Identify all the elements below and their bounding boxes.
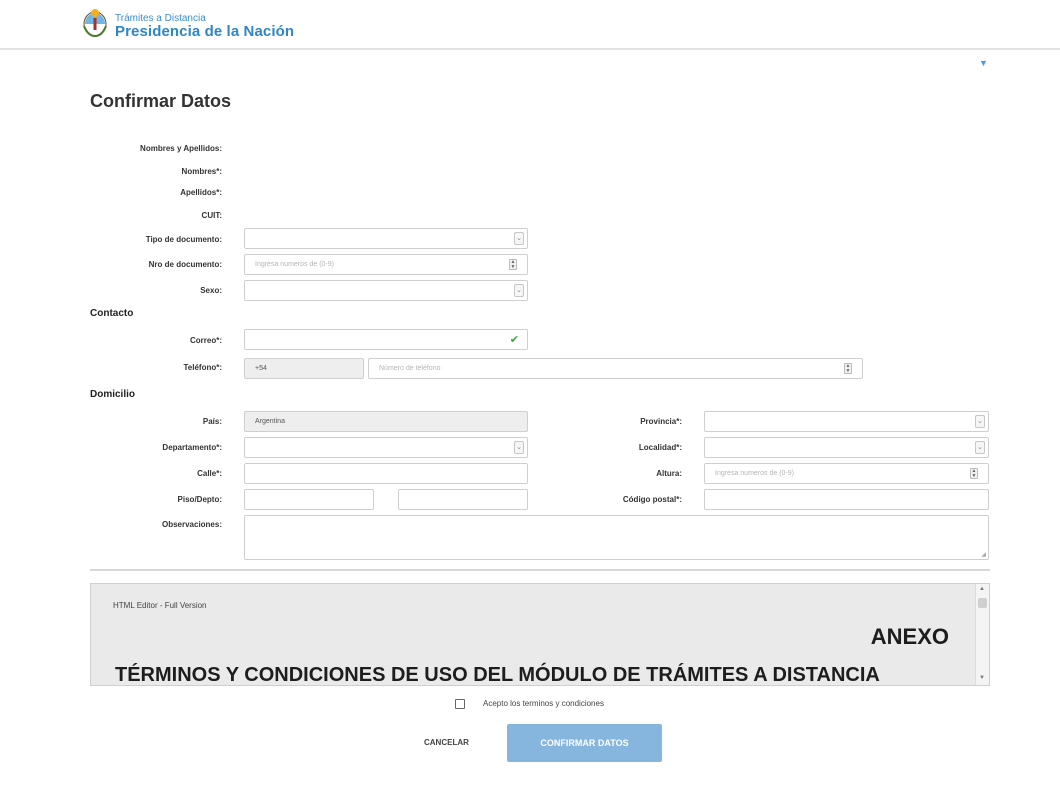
provincia-label: Provincia*:	[640, 417, 682, 426]
confirm-button[interactable]: CONFIRMAR DATOS	[507, 724, 662, 762]
spinner-icon[interactable]: ▲ ▼	[970, 468, 978, 479]
terms-heading: TÉRMINOS Y CONDICIONES DE USO DEL MÓDULO…	[115, 664, 880, 686]
scrollbar-thumb[interactable]	[978, 598, 987, 608]
depto-input[interactable]	[398, 489, 528, 510]
accept-terms-label[interactable]: Acepto los terminos y condiciones	[483, 699, 604, 708]
observaciones-label: Observaciones:	[161, 520, 222, 529]
page-title: Confirmar Datos	[90, 91, 232, 111]
telefono-placeholder: Número de teléfono	[379, 365, 441, 372]
departamento-label: Departamento*:	[162, 443, 222, 452]
localidad-label: Localidad*:	[638, 443, 682, 452]
correo-label: Correo*:	[189, 336, 222, 345]
nombres-label: Nombres*:	[181, 167, 222, 176]
accept-terms-checkbox[interactable]	[455, 699, 465, 709]
chevron-down-icon: ⌄	[514, 232, 524, 245]
spinner-icon[interactable]: ▲ ▼	[844, 363, 852, 374]
editor-scrollbar[interactable]: ▲ ▼	[975, 584, 989, 685]
calle-label: Calle*:	[197, 469, 222, 478]
nombres-apellidos-label: Nombres y Apellidos:	[140, 144, 222, 153]
sexo-label: Sexo:	[200, 286, 222, 295]
altura-placeholder: Ingresa numeros de (0-9)	[715, 470, 794, 477]
argentina-coat-of-arms-icon	[83, 9, 107, 38]
tipo-documento-select[interactable]: ⌄	[244, 228, 528, 249]
observaciones-textarea[interactable]: ◢	[244, 515, 989, 560]
tipo-documento-label: Tipo de documento:	[145, 235, 222, 244]
apellidos-label: Apellidos*:	[180, 188, 222, 197]
piso-input[interactable]	[244, 489, 374, 510]
chevron-down-icon[interactable]: ▼	[979, 58, 988, 68]
divider	[90, 569, 990, 571]
scroll-down-icon[interactable]: ▼	[979, 675, 985, 681]
nro-documento-placeholder: Ingresa numeros de (0-9)	[255, 261, 334, 268]
terms-editor[interactable]: HTML Editor - Full Version ANEXO TÉRMINO…	[90, 583, 990, 686]
codigo-postal-label: Código postal*:	[622, 495, 682, 504]
domicilio-section-title: Domicilio	[90, 389, 136, 400]
telefono-input[interactable]: Número de teléfono ▲ ▼	[368, 358, 863, 379]
spinner-icon[interactable]: ▲ ▼	[509, 259, 517, 270]
telefono-label: Teléfono*:	[183, 363, 222, 372]
editor-label: HTML Editor - Full Version	[113, 601, 207, 610]
altura-input[interactable]: Ingresa numeros de (0-9) ▲ ▼	[704, 463, 989, 484]
nro-documento-input[interactable]: Ingresa numeros de (0-9) ▲ ▼	[244, 254, 528, 275]
telefono-prefix-field: +54	[244, 358, 364, 379]
departamento-select[interactable]: ⌄	[244, 437, 528, 458]
pais-label: País:	[202, 417, 222, 426]
cuit-label: CUIT:	[201, 211, 222, 220]
chevron-down-icon: ⌄	[975, 415, 985, 428]
piso-depto-label: Piso/Depto:	[177, 495, 222, 504]
localidad-select[interactable]: ⌄	[704, 437, 989, 458]
chevron-down-icon: ⌄	[514, 284, 524, 297]
pais-field: Argentina	[244, 411, 528, 432]
sexo-select[interactable]: ⌄	[244, 280, 528, 301]
checkmark-icon: ✔	[509, 334, 519, 346]
codigo-postal-input[interactable]	[704, 489, 989, 510]
contacto-section-title: Contacto	[90, 308, 134, 319]
resize-handle-icon[interactable]: ◢	[981, 551, 986, 558]
nro-documento-label: Nro de documento:	[148, 260, 222, 269]
cancel-button[interactable]: CANCELAR	[424, 738, 469, 747]
top-header: Trámites a Distancia Presidencia de la N…	[0, 0, 1060, 50]
correo-input[interactable]: ✔	[244, 329, 528, 350]
scroll-up-icon[interactable]: ▲	[979, 586, 985, 592]
provincia-select[interactable]: ⌄	[704, 411, 989, 432]
chevron-down-icon: ⌄	[975, 441, 985, 454]
calle-input[interactable]	[244, 463, 528, 484]
altura-label: Altura:	[656, 469, 682, 478]
chevron-down-icon: ⌄	[514, 441, 524, 454]
anexo-heading: ANEXO	[870, 624, 949, 649]
brand-title[interactable]: Presidencia de la Nación	[115, 23, 294, 40]
